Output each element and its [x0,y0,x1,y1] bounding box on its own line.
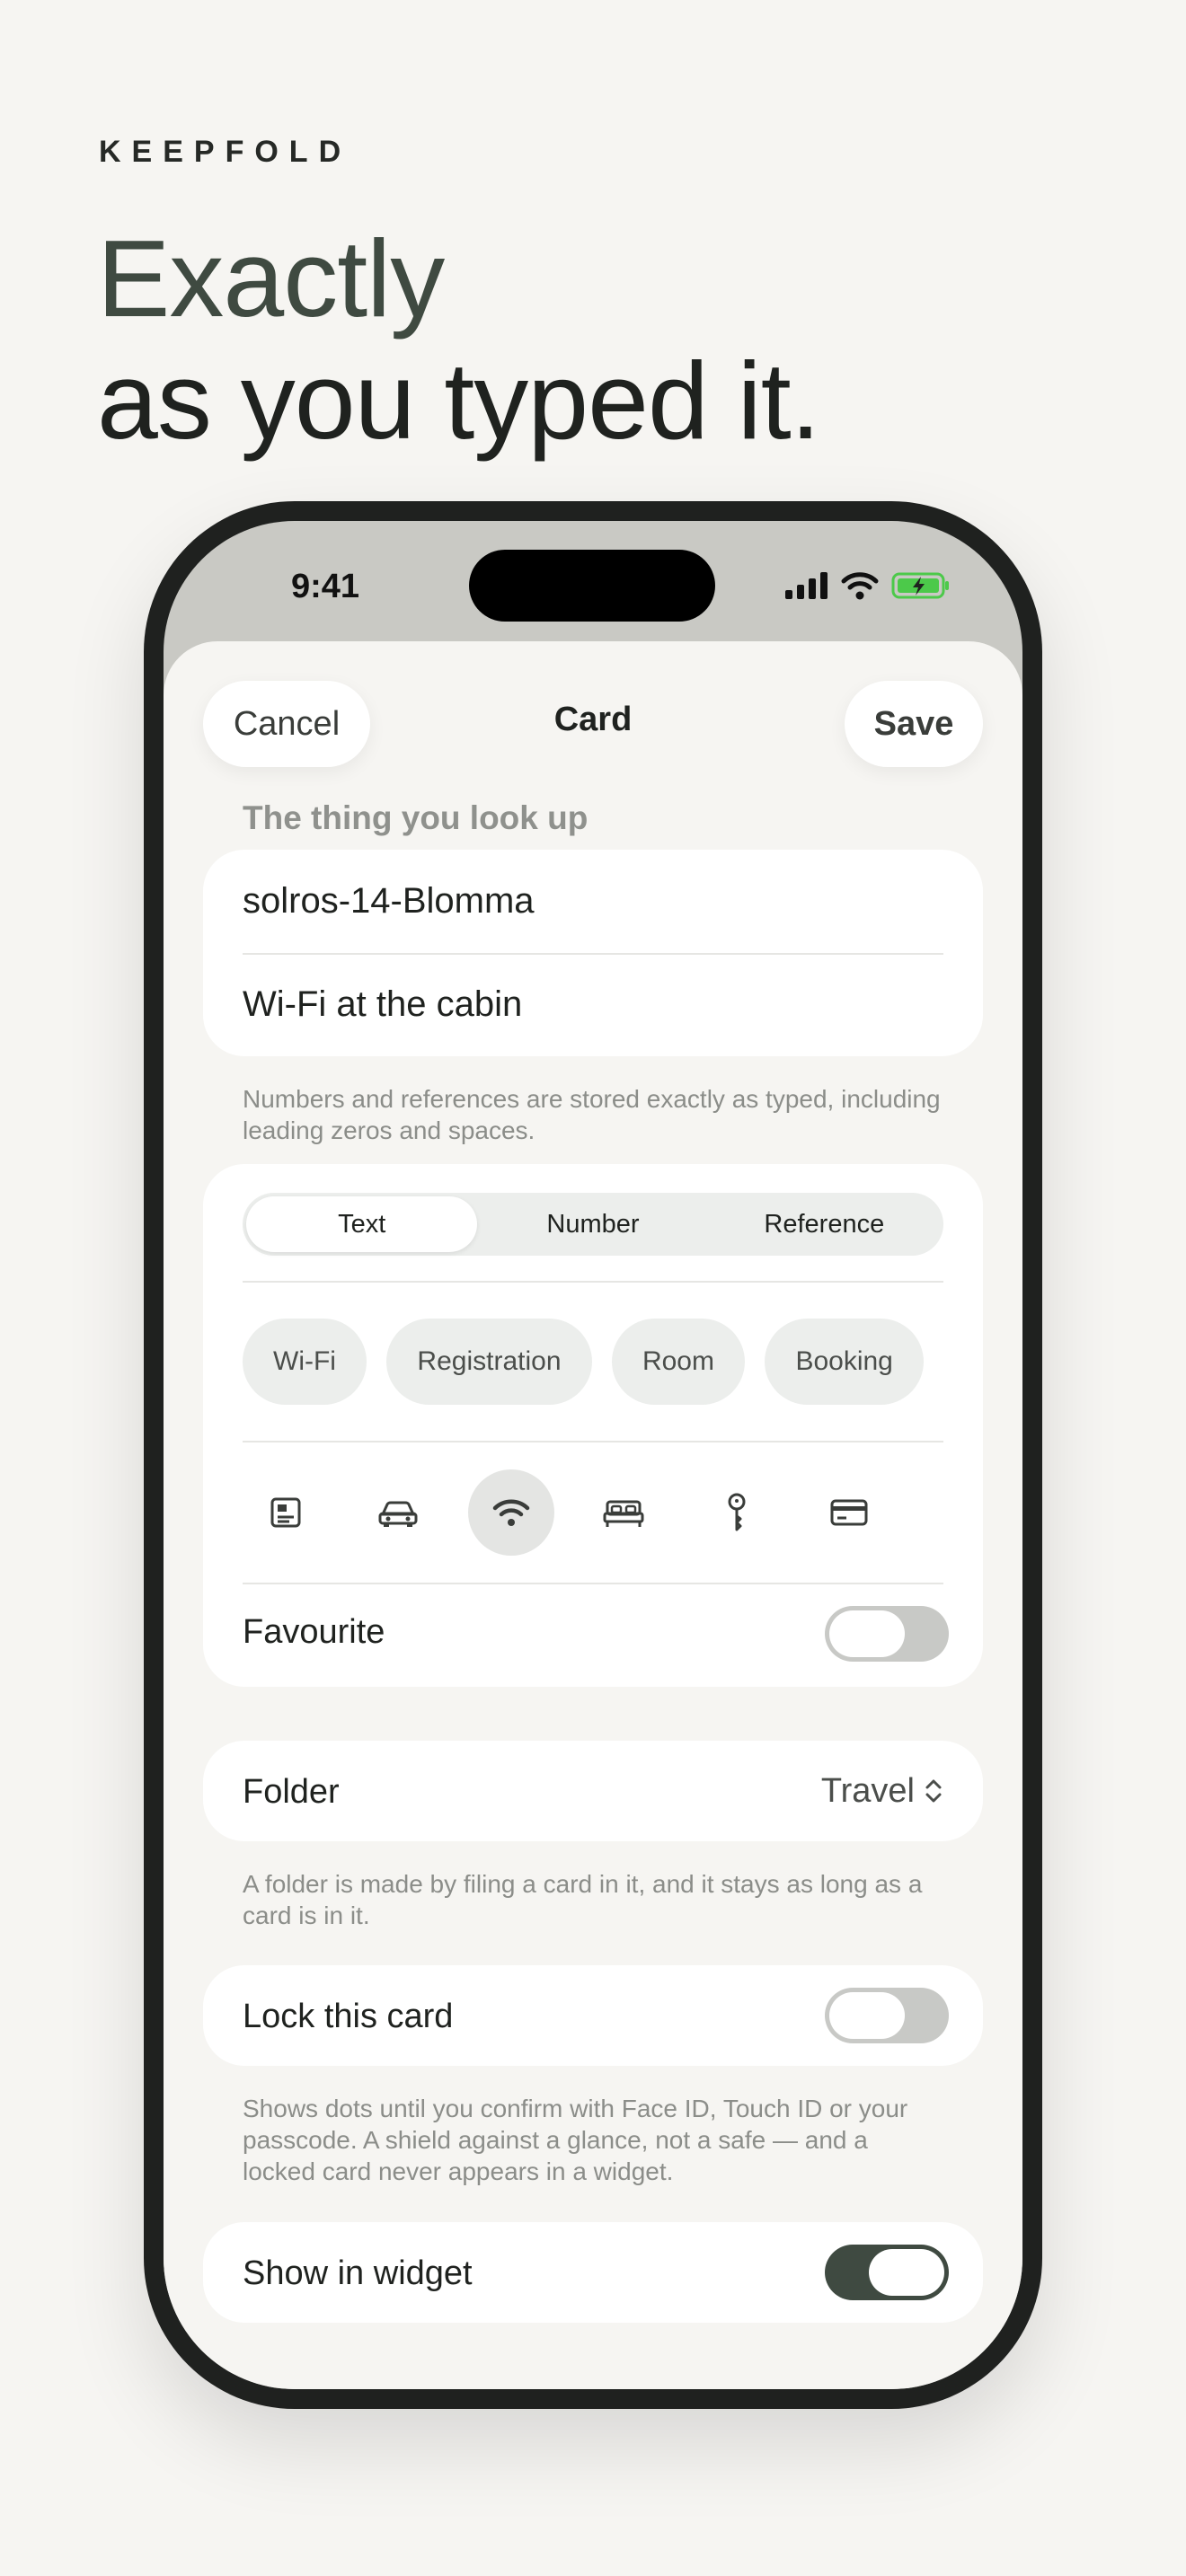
widget-row: Show in widget [203,2222,983,2323]
signal-icon [785,572,828,599]
main-hint: Numbers and references are stored exactl… [243,1085,941,1144]
divider [243,1281,943,1283]
wifi-status-icon [841,572,879,600]
dynamic-island [469,550,715,622]
edit-card-sheet: Cancel Card Save The thing you look up s… [164,641,1022,2389]
headline: Exactly as you typed it. [97,217,821,462]
favourite-label: Favourite [243,1613,385,1651]
folder-value: Travel [820,1771,915,1810]
headline-line-2: as you typed it. [97,340,821,462]
widget-label: Show in widget [243,2254,473,2292]
ticket-icon[interactable] [919,1469,943,1556]
chip-registration[interactable]: Registration [386,1319,592,1405]
favourite-toggle[interactable] [825,1606,949,1662]
battery-icon [891,572,949,599]
widget-toggle[interactable] [825,2245,949,2300]
value-field[interactable]: solros-14-Blomma [243,850,943,953]
chevron-up-down-icon [925,1779,942,1803]
type-card: Text Number Reference Wi-Fi Registration… [203,1164,983,1687]
key-icon[interactable] [694,1469,780,1556]
phone-screen: 9:41 Cancel Card Save The thing you look… [164,521,1022,2389]
id-card-icon[interactable] [243,1469,329,1556]
chip-room[interactable]: Room [611,1319,745,1405]
phone-frame: 9:41 Cancel Card Save The thing you look… [144,501,1042,2409]
headline-line-1: Exactly [97,217,445,340]
status-icons [785,571,951,600]
title-field[interactable]: Wi-Fi at the cabin [243,953,943,1056]
lock-hint: Shows dots until you confirm with Face I… [243,2095,908,2185]
chip-wifi[interactable]: Wi-Fi [243,1319,367,1405]
category-chips: Wi-Fi Registration Room Booking [243,1319,943,1405]
lock-label: Lock this card [243,1998,454,2035]
divider [243,1441,943,1442]
icon-picker [243,1469,943,1556]
segment-text[interactable]: Text [246,1196,478,1252]
wifi-icon[interactable] [467,1469,554,1556]
car-icon[interactable] [355,1469,441,1556]
type-segmented-control: Text Number Reference [243,1193,943,1256]
folder-hint: A folder is made by filing a card in it,… [243,1870,923,1929]
folder-label: Folder [243,1773,340,1811]
lock-row: Lock this card [203,1965,983,2066]
credit-card-icon[interactable] [806,1469,892,1556]
segment-number[interactable]: Number [477,1196,708,1252]
folder-row[interactable]: Folder Travel [203,1741,983,1841]
brand-wordmark: KEEPFOLD [99,135,352,169]
bed-icon[interactable] [580,1469,667,1556]
toggle-knob [829,1610,905,1657]
lock-toggle[interactable] [825,1988,949,2043]
folder-picker[interactable]: Travel [821,1741,943,1841]
divider [243,1583,943,1584]
segment-reference[interactable]: Reference [709,1196,940,1252]
main-fields-card: solros-14-Blomma Wi-Fi at the cabin [203,850,983,1056]
save-button[interactable]: Save [845,681,983,767]
section-label: The thing you look up [243,799,589,836]
toggle-knob [869,2249,944,2296]
toggle-knob [829,1992,905,2039]
chip-booking[interactable]: Booking [765,1319,924,1405]
status-time: 9:41 [291,568,360,605]
